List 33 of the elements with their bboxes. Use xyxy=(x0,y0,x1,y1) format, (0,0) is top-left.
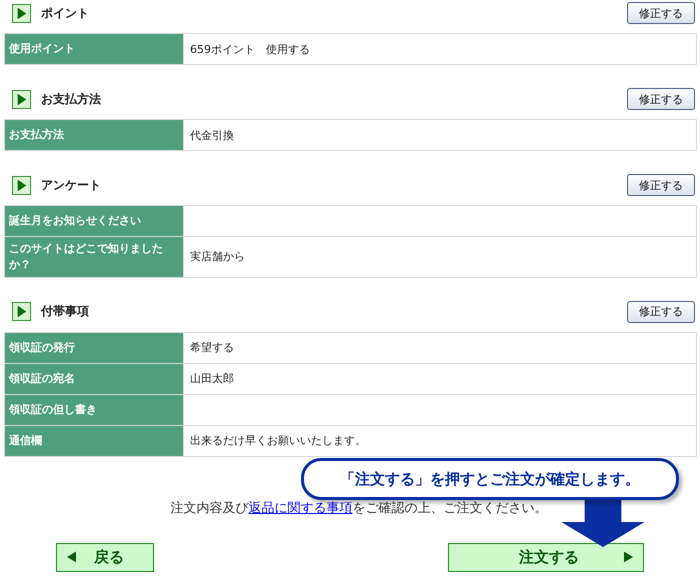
row-value: 山田太郎 xyxy=(189,371,235,388)
row-value: 出来るだけ早くお願いいたします。 xyxy=(189,433,367,450)
edit-button[interactable]: 修正する xyxy=(627,88,695,110)
row-value: 659ポイント 使用する xyxy=(189,42,311,58)
row-label: 誕生月をお知らせください xyxy=(5,206,184,236)
play-square-icon xyxy=(12,302,31,322)
right-triangle-icon xyxy=(624,551,633,564)
section-title: 付帯事項 xyxy=(41,303,90,320)
play-square-icon xyxy=(12,176,31,194)
row-value: 実店舗から xyxy=(189,249,246,266)
row-label: お支払方法 xyxy=(5,120,184,150)
play-square-icon xyxy=(12,4,31,22)
row-label: 領収証の発行 xyxy=(5,332,184,363)
row-label: 領収証の宛名 xyxy=(5,364,184,394)
row-value: 希望する xyxy=(189,340,235,356)
callout-bubble: 「注文する」を押すとご注文が確定します。 xyxy=(301,458,679,500)
play-square-icon xyxy=(12,90,31,108)
order-button[interactable]: 注文する xyxy=(448,542,644,572)
row-label: 使用ポイント xyxy=(5,34,184,64)
row-label: 領収証の但し書き xyxy=(5,394,184,425)
section-title: お支払方法 xyxy=(41,90,102,108)
returns-link[interactable]: 返品に関する事項 xyxy=(248,500,352,516)
row-label: 通信欄 xyxy=(5,426,184,456)
row-label: このサイトはどこで知りましたか？ xyxy=(5,237,184,277)
section-title: ポイント xyxy=(41,4,90,22)
notice-text: 注文内容及び返品に関する事項をご確認の上、ご注文ください。 xyxy=(170,500,548,517)
edit-button[interactable]: 修正する xyxy=(627,300,695,323)
section-title: アンケート xyxy=(41,176,102,194)
row-value: 代金引換 xyxy=(189,128,235,144)
back-button[interactable]: 戻る xyxy=(56,542,154,572)
edit-button[interactable]: 修正する xyxy=(627,2,695,24)
edit-button[interactable]: 修正する xyxy=(627,174,695,196)
left-triangle-icon xyxy=(67,551,76,564)
